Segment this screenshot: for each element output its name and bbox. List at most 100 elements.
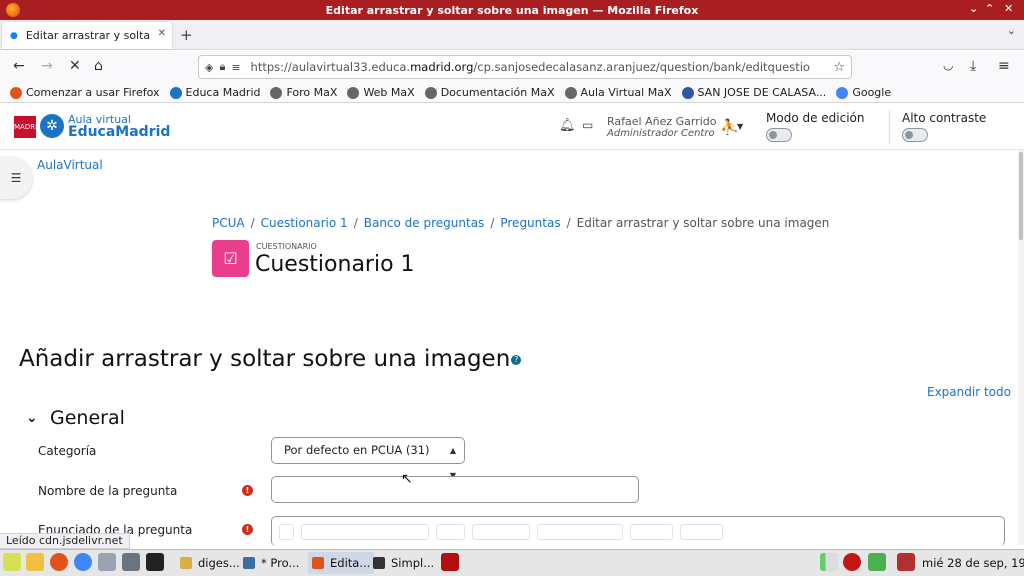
text-editor-icon[interactable] bbox=[26, 553, 44, 571]
tab-active[interactable]: ● Editar arrastrar y soltar sobre una im… bbox=[2, 22, 172, 49]
close-window-button[interactable]: ✕ bbox=[1004, 2, 1013, 15]
bookmark-favicon-icon bbox=[836, 86, 849, 99]
breadcrumb-separator: / bbox=[353, 216, 358, 230]
network-icon[interactable] bbox=[820, 553, 838, 571]
messages-icon[interactable]: ▭ bbox=[582, 118, 593, 132]
minimize-button[interactable]: ⌄ bbox=[969, 2, 978, 15]
back-icon[interactable]: ← bbox=[13, 58, 25, 74]
breadcrumb: PCUA / Cuestionario 1 / Banco de preguntas / P… bbox=[212, 216, 829, 230]
bookmark-label: SAN JOSE DE CALASA... bbox=[697, 86, 827, 99]
editor-toolbar-group[interactable] bbox=[436, 524, 465, 540]
bookmark-item[interactable]: Documentación MaX bbox=[424, 86, 555, 99]
educamadrid-logo-icon[interactable]: ✲ bbox=[40, 114, 64, 138]
course-index-drawer-button[interactable]: ☰ bbox=[0, 157, 32, 199]
header-divider bbox=[889, 110, 890, 144]
battery-icon[interactable] bbox=[868, 553, 886, 571]
bookmark-favicon-icon bbox=[169, 86, 182, 99]
editor-toolbar-group[interactable] bbox=[630, 524, 673, 540]
editor-toolbar-group[interactable] bbox=[472, 524, 530, 540]
status-overlay: Leído cdn.jsdelivr.net bbox=[0, 533, 130, 549]
category-label: Categoría bbox=[38, 444, 97, 458]
bookmark-label: Documentación MaX bbox=[440, 86, 555, 99]
stop-loading-icon[interactable]: ✕ bbox=[69, 58, 81, 74]
editor-toolbar-button[interactable] bbox=[279, 524, 294, 540]
menu-icon[interactable]: ≡ bbox=[998, 58, 1010, 74]
activity-type: CUESTIONARIO bbox=[256, 242, 317, 251]
bookmark-star-icon[interactable]: ☆ bbox=[833, 60, 845, 75]
required-icon: ! bbox=[242, 485, 253, 496]
bookmark-item[interactable]: Foro MaX bbox=[270, 86, 337, 99]
activity-title: Cuestionario 1 bbox=[255, 252, 415, 277]
shield-icon[interactable]: ◈ bbox=[205, 61, 213, 74]
camera-icon[interactable] bbox=[122, 553, 140, 571]
files-icon[interactable] bbox=[98, 553, 116, 571]
url-text[interactable]: https://aulavirtual33.educa.madrid.org/c… bbox=[251, 60, 811, 74]
home-icon[interactable]: ⌂ bbox=[94, 58, 103, 74]
expand-all-link[interactable]: Expandir todo bbox=[927, 385, 1011, 399]
bookmark-label: Web MaX bbox=[363, 86, 415, 99]
taskbar-window-label: Edita... bbox=[330, 556, 371, 570]
maximize-button[interactable]: ⌃ bbox=[985, 2, 994, 15]
breadcrumb-banco-preguntas[interactable]: Banco de preguntas bbox=[364, 216, 485, 230]
breadcrumb-separator: / bbox=[566, 216, 571, 230]
bookmark-favicon-icon bbox=[10, 86, 22, 99]
question-name-input[interactable] bbox=[271, 476, 639, 503]
tab-title: Editar arrastrar y soltar sobre una imag… bbox=[25, 29, 151, 42]
aulavirtual-link[interactable]: AulaVirtual bbox=[37, 158, 103, 172]
taskbar-window-1[interactable]: * Pro... bbox=[243, 552, 299, 574]
chevron-down-icon[interactable]: ▼ bbox=[737, 122, 743, 131]
category-select[interactable]: Por defecto en PCUA (31)▲▼ bbox=[271, 437, 465, 480]
app-launcher-icon[interactable] bbox=[3, 553, 21, 571]
pocket-icon[interactable]: ◡ bbox=[943, 58, 953, 72]
url-bar[interactable]: ◈ 🔒︎ ≡ https://aulavirtual33.educa.madri… bbox=[198, 55, 852, 79]
bookmark-item[interactable]: SAN JOSE DE CALASA... bbox=[681, 86, 827, 99]
taskbar-window-2[interactable]: Edita... bbox=[308, 552, 375, 574]
bell-icon[interactable]: 🔔︎ bbox=[559, 118, 576, 133]
new-tab-button[interactable]: + bbox=[180, 26, 193, 44]
forward-icon[interactable]: → bbox=[41, 58, 53, 74]
editor-toolbar-group[interactable] bbox=[680, 524, 723, 540]
edit-mode-label: Modo de edición bbox=[766, 111, 865, 125]
terminal-icon[interactable] bbox=[146, 553, 164, 571]
breadcrumb-preguntas[interactable]: Preguntas bbox=[500, 216, 560, 230]
firefox-launcher-icon[interactable] bbox=[50, 553, 68, 571]
downloads-icon[interactable]: ⤓ bbox=[970, 58, 976, 74]
chrome-launcher-icon[interactable] bbox=[74, 553, 92, 571]
taskbar-window-0[interactable]: diges... bbox=[180, 552, 240, 574]
bookmark-item[interactable]: Educa Madrid bbox=[169, 86, 260, 99]
comunidad-madrid-logo[interactable]: MADRID bbox=[14, 116, 43, 138]
bookmark-label: Comenzar a usar Firefox bbox=[26, 86, 160, 99]
volume-icon[interactable] bbox=[897, 553, 915, 571]
section-general-title[interactable]: General bbox=[50, 407, 125, 429]
help-icon[interactable]: ? bbox=[511, 354, 522, 365]
user-avatar[interactable]: ⛹ bbox=[720, 118, 739, 136]
bookmark-favicon-icon bbox=[681, 86, 694, 99]
high-contrast-toggle[interactable] bbox=[902, 128, 928, 142]
window-app-icon bbox=[373, 557, 385, 569]
bookmarks-toolbar: Comenzar a usar Firefox Educa Madrid Foro … bbox=[0, 83, 1024, 103]
logo-title[interactable]: EducaMadrid bbox=[68, 124, 170, 140]
chevron-down-icon[interactable]: ⌄ bbox=[26, 410, 38, 426]
record-icon[interactable] bbox=[843, 553, 861, 571]
breadcrumb-pcua[interactable]: PCUA bbox=[212, 216, 245, 230]
recorder-app-icon[interactable] bbox=[441, 553, 459, 571]
scrollbar-thumb[interactable] bbox=[1019, 152, 1023, 240]
bookmark-item[interactable]: Google bbox=[836, 86, 891, 99]
editor-toolbar-group[interactable] bbox=[301, 524, 429, 540]
bookmark-item[interactable]: Aula Virtual MaX bbox=[564, 86, 672, 99]
bookmark-favicon-icon bbox=[347, 86, 360, 99]
permissions-icon[interactable]: ≡ bbox=[231, 61, 240, 74]
editor-toolbar-group[interactable] bbox=[537, 524, 623, 540]
user-name[interactable]: Rafael Añez Garrido bbox=[607, 115, 717, 128]
bookmark-label: Aula Virtual MaX bbox=[580, 86, 672, 99]
tab-list-dropdown-icon[interactable]: ⌄ bbox=[1007, 24, 1016, 37]
lock-icon[interactable]: 🔒︎ bbox=[219, 60, 225, 74]
breadcrumb-current: Editar arrastrar y soltar sobre una imag… bbox=[576, 216, 830, 230]
bookmark-item[interactable]: Web MaX bbox=[347, 86, 415, 99]
breadcrumb-cuestionario[interactable]: Cuestionario 1 bbox=[261, 216, 348, 230]
firefox-icon bbox=[6, 3, 20, 17]
close-tab-icon[interactable]: ✕ bbox=[158, 28, 166, 39]
taskbar-window-3[interactable]: Simpl... bbox=[373, 552, 434, 574]
edit-mode-toggle[interactable] bbox=[766, 128, 792, 142]
bookmark-item[interactable]: Comenzar a usar Firefox bbox=[10, 86, 160, 99]
